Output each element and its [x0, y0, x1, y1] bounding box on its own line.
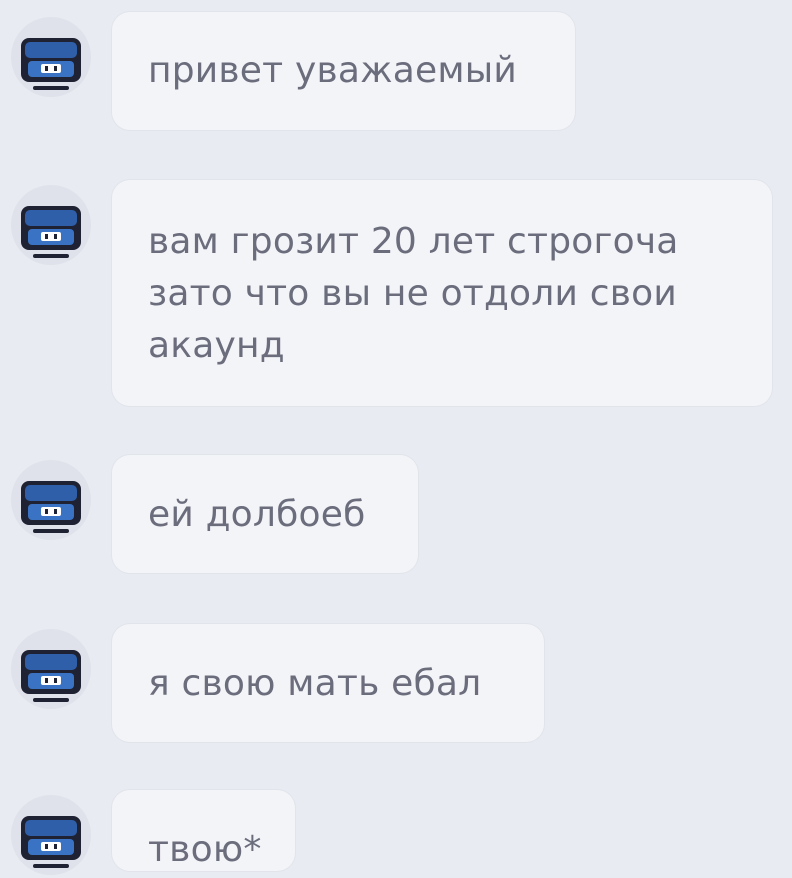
message-text: привет уважаемый — [148, 50, 517, 91]
chest-avatar-icon[interactable] — [8, 457, 94, 543]
message-bubble: вам грозит 20 лет строгоча зато что вы н… — [112, 180, 772, 406]
chest-avatar-icon[interactable] — [8, 182, 94, 268]
message-bubble: твою* — [112, 790, 295, 871]
message-text: твою* — [148, 829, 262, 870]
chest-avatar-icon[interactable] — [8, 14, 94, 100]
message-text: вам грозит 20 лет строгоча зато что вы н… — [148, 221, 679, 366]
message-bubble: ей долбоеб — [112, 455, 418, 573]
chest-avatar-icon[interactable] — [8, 626, 94, 712]
message-bubble: я свою мать ебал — [112, 624, 544, 742]
chest-avatar-icon[interactable] — [8, 792, 94, 878]
chat-thread: привет уважаемый вам грозит 20 лет строг… — [0, 0, 792, 875]
message-text: ей долбоеб — [148, 494, 366, 535]
message-text: я свою мать ебал — [148, 663, 482, 704]
message-bubble: привет уважаемый — [112, 12, 575, 130]
